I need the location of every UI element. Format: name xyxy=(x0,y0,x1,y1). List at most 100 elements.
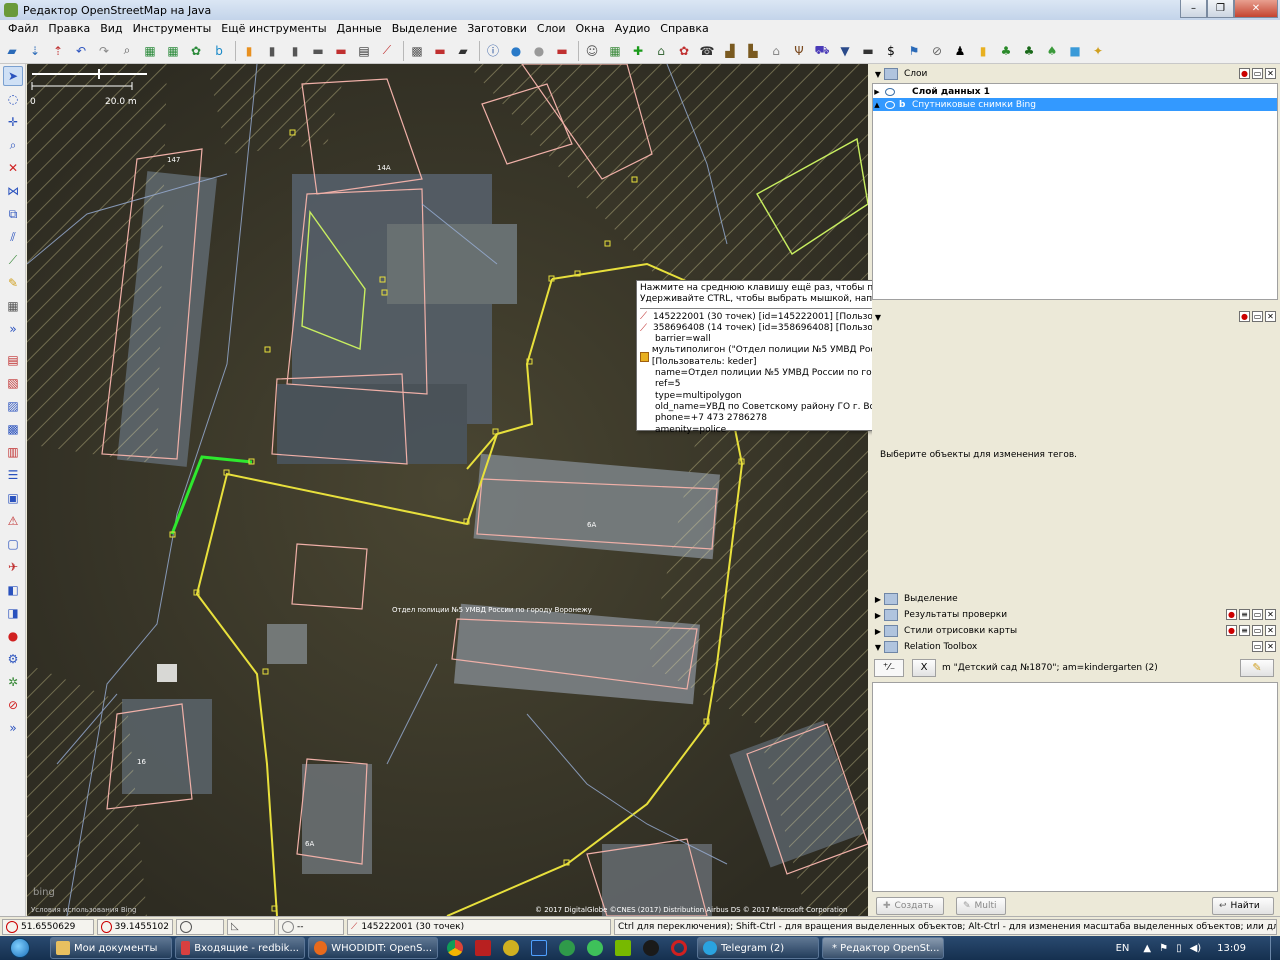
flag-tray-icon[interactable]: ⚑ xyxy=(1159,943,1168,954)
panel-close-sticky-icon[interactable]: ● xyxy=(1226,625,1237,636)
nvidia-icon[interactable] xyxy=(615,940,631,956)
map-icon[interactable]: ▦ xyxy=(605,41,625,61)
panel-detach-icon[interactable]: ▭ xyxy=(1252,609,1263,620)
panel-detach-icon[interactable]: ▭ xyxy=(1252,641,1263,652)
menu-tools[interactable]: Инструменты xyxy=(128,20,217,38)
menu-view[interactable]: Вид xyxy=(95,20,127,38)
dollar-icon[interactable]: $ xyxy=(881,41,901,61)
water-icon[interactable]: ■ xyxy=(1065,41,1085,61)
toggle-dialog-3-icon[interactable]: ▨ xyxy=(3,396,23,416)
volume-icon[interactable]: ◀) xyxy=(1190,943,1202,954)
relation-toolbox-header[interactable]: ▼ Relation Toolbox ▭ ✕ xyxy=(872,639,1278,655)
info-icon[interactable]: ⓘ xyxy=(483,41,503,61)
panel-close-icon[interactable]: ✕ xyxy=(1265,609,1276,620)
menu-windows[interactable]: Окна xyxy=(571,20,610,38)
bench-icon[interactable]: ⌂ xyxy=(651,41,671,61)
photoshop-icon[interactable] xyxy=(531,940,547,956)
zoom-tool-icon[interactable]: ⌕ xyxy=(3,135,23,155)
task-telegram[interactable]: Telegram (2) xyxy=(697,937,819,959)
menu-imagery[interactable]: Слои xyxy=(532,20,571,38)
relation-settings-icon[interactable]: ⁺⁄₋ xyxy=(874,659,904,677)
marker-icon[interactable]: ● xyxy=(3,626,23,646)
forest-icon[interactable]: ♣ xyxy=(1019,41,1039,61)
chrome-icon[interactable] xyxy=(447,940,463,956)
tags-panel-header[interactable]: ▼ ● ▭ ✕ xyxy=(872,309,1278,325)
wall-icon[interactable]: ▬ xyxy=(331,41,351,61)
menu-data[interactable]: Данные xyxy=(332,20,387,38)
person-icon[interactable]: ♟ xyxy=(950,41,970,61)
gear-tool-icon[interactable]: ⚙ xyxy=(3,649,23,669)
building-icon-1[interactable]: ▮ xyxy=(239,41,259,61)
toggle-dialog-9-icon[interactable]: ▢ xyxy=(3,534,23,554)
upload-icon[interactable]: ⇡ xyxy=(48,41,68,61)
layer-row-bing[interactable]: ▲ b Спутниковые снимки Bing xyxy=(873,98,1277,111)
relation-clear-button[interactable]: X xyxy=(912,659,936,677)
flower-icon[interactable]: ✿ xyxy=(674,41,694,61)
house-icon[interactable]: ⌂ xyxy=(766,41,786,61)
expand-icon[interactable]: » xyxy=(3,319,23,339)
menu-edit[interactable]: Правка xyxy=(43,20,95,38)
toggle-dialog-1-icon[interactable]: ▤ xyxy=(3,350,23,370)
bing-terms-link[interactable]: Условия использования Bing xyxy=(31,906,136,914)
camera-icon[interactable]: ▬ xyxy=(858,41,878,61)
preferences-icon[interactable]: ⌕ xyxy=(117,41,137,61)
undo-icon[interactable]: ↶ xyxy=(71,41,91,61)
toggle-dialog-4-icon[interactable]: ▩ xyxy=(3,419,23,439)
imagery-icon-2[interactable]: ▦ xyxy=(163,41,183,61)
panel-close-sticky-icon[interactable]: ● xyxy=(1226,609,1237,620)
building-tool-icon[interactable]: ▦ xyxy=(3,296,23,316)
menu-help[interactable]: Справка xyxy=(655,20,713,38)
grass-icon[interactable]: ♠ xyxy=(1042,41,1062,61)
panel-close-sticky-icon[interactable]: ● xyxy=(1239,311,1250,322)
select-tool-icon[interactable]: ➤ xyxy=(3,66,23,86)
collapse-arrow-icon[interactable]: ▼ xyxy=(872,70,884,79)
draw-tool-icon[interactable]: ✛ xyxy=(3,112,23,132)
expand-arrow-icon[interactable]: ▶ xyxy=(872,627,884,636)
cart-icon[interactable]: ⛟ xyxy=(812,41,832,61)
toggle-dialog-2-icon[interactable]: ▧ xyxy=(3,373,23,393)
panel-settings-icon[interactable]: ≡ xyxy=(1239,609,1250,620)
panel-close-icon[interactable]: ✕ xyxy=(1265,641,1276,652)
maximize-button[interactable]: ❐ xyxy=(1207,0,1234,18)
filezilla-icon[interactable] xyxy=(475,940,491,956)
combine-tool-icon[interactable]: ⧉ xyxy=(3,204,23,224)
industrial-icon[interactable]: ▙ xyxy=(743,41,763,61)
toggle-dialog-7-icon[interactable]: ▣ xyxy=(3,488,23,508)
menu-presets[interactable]: Заготовки xyxy=(462,20,532,38)
farm-icon[interactable]: ✦ xyxy=(1088,41,1108,61)
selection-panel-header[interactable]: ▶ Выделение xyxy=(872,591,1278,607)
layer-row-data[interactable]: ▶ Слой данных 1 xyxy=(873,85,1277,98)
toggle-dialog-11-icon[interactable]: ◧ xyxy=(3,580,23,600)
show-desktop-button[interactable] xyxy=(1270,936,1280,960)
menu-selection[interactable]: Выделение xyxy=(387,20,463,38)
start-button[interactable] xyxy=(0,936,40,960)
building-icon-3[interactable]: ▮ xyxy=(285,41,305,61)
split-tool-icon[interactable]: ⋈ xyxy=(3,181,23,201)
toggle-dialog-12-icon[interactable]: ◨ xyxy=(3,603,23,623)
phone-icon[interactable]: ☎ xyxy=(697,41,717,61)
clip-icon[interactable]: ⊘ xyxy=(927,41,947,61)
download-icon[interactable]: ⇣ xyxy=(25,41,45,61)
imagery-icon-3[interactable]: ✿ xyxy=(186,41,206,61)
task-whodidit[interactable]: WHODIDIT: OpenS... xyxy=(308,937,438,959)
flag-icon[interactable]: ▬ xyxy=(552,41,572,61)
bing-icon[interactable]: b xyxy=(209,41,229,61)
menu-file[interactable]: Файл xyxy=(3,20,43,38)
panel-close-sticky-icon[interactable]: ● xyxy=(1239,68,1250,79)
clock[interactable]: 13:09 xyxy=(1217,943,1246,954)
collapse-arrow-icon[interactable]: ▼ xyxy=(872,643,884,652)
task-josm[interactable]: * Редактор OpenSt... xyxy=(822,937,944,959)
panel-detach-icon[interactable]: ▭ xyxy=(1252,311,1263,322)
plus-icon[interactable]: ✚ xyxy=(628,41,648,61)
expand-arrow-icon[interactable]: ▶ xyxy=(872,595,884,604)
toggle-dialog-8-icon[interactable]: ⚠ xyxy=(3,511,23,531)
shirt-icon[interactable]: ▼ xyxy=(835,41,855,61)
building-icon-4[interactable]: ▬ xyxy=(308,41,328,61)
delete-tool-icon[interactable]: ✕ xyxy=(3,158,23,178)
panel-detach-icon[interactable]: ▭ xyxy=(1252,68,1263,79)
panel-detach-icon[interactable]: ▭ xyxy=(1252,625,1263,636)
map-canvas[interactable]: 0 20.0 m 147 14А 6А 16 6А Отдел полиции … xyxy=(27,64,868,916)
imagery-icon-1[interactable]: ▦ xyxy=(140,41,160,61)
find-button[interactable]: ↩ Найти xyxy=(1212,897,1274,915)
expand-arrow-icon[interactable]: ▶ xyxy=(872,611,884,620)
